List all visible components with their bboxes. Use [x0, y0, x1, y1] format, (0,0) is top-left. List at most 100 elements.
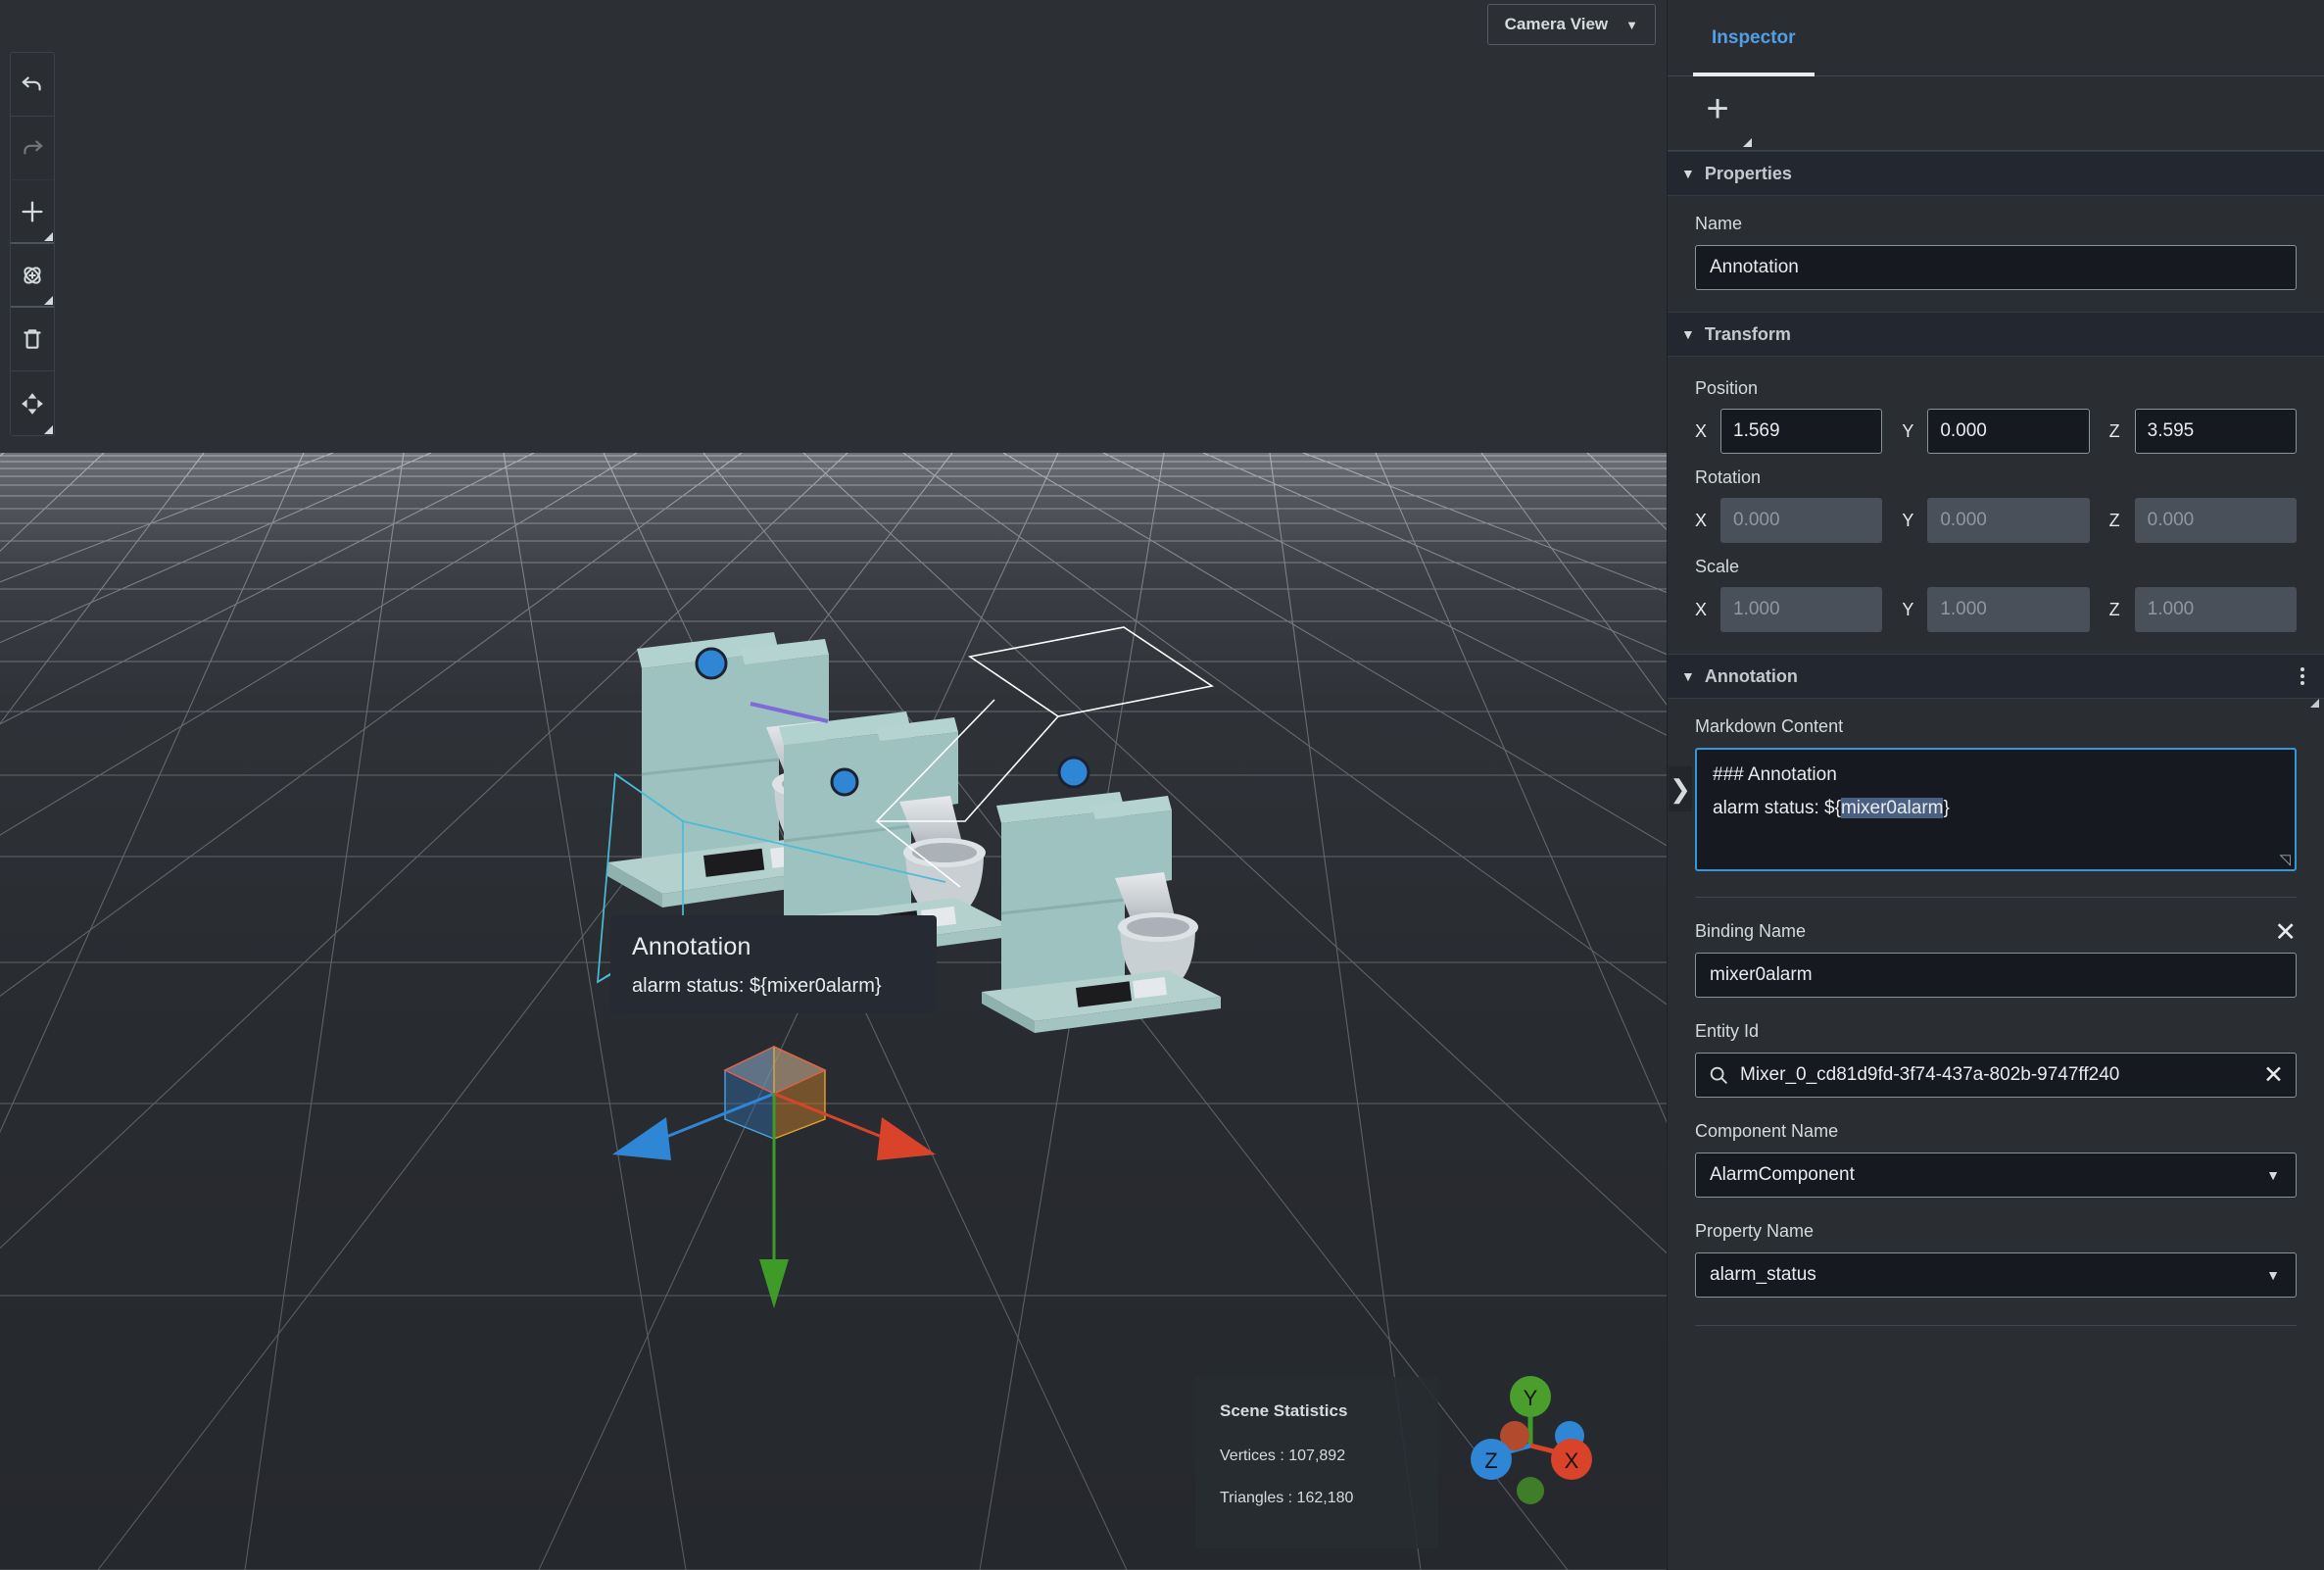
position-group-label: Position [1695, 378, 1759, 398]
markdown-line-2-pre: alarm status: ${ [1713, 797, 1841, 818]
translate-gizmo [612, 1045, 936, 1308]
anchor-marker-3 [1057, 756, 1090, 789]
rotate-tool-button[interactable] [11, 244, 54, 308]
add-object-button[interactable] [11, 180, 54, 244]
tab-inspector[interactable]: Inspector [1693, 0, 1815, 76]
markdown-content-label: Markdown Content [1695, 716, 1844, 736]
binding-name-label: Binding Name [1695, 921, 1807, 941]
entity-id-value: Mixer_0_cd81d9fd-3f74-437a-802b-9747ff24… [1740, 1064, 2120, 1085]
position-y-axis-label: Y [1902, 420, 1914, 441]
scale-group-label: Scale [1695, 557, 1740, 576]
axis-gizmo-icon: Y X Z [1471, 1376, 1592, 1504]
rotation-y-axis-label: Y [1902, 510, 1914, 530]
trash-icon [24, 329, 41, 349]
section-header-annotation[interactable]: ▼ Annotation [1668, 654, 2324, 708]
property-name-value: alarm_status [1710, 1264, 1816, 1285]
undo-button[interactable] [11, 53, 54, 117]
binding-name-label-row: Binding Name ✕ [1695, 919, 2297, 946]
more-vertical-icon[interactable] [2300, 667, 2304, 685]
position-x-input[interactable]: 1.569 [1720, 409, 1883, 454]
entity-id-input[interactable]: Mixer_0_cd81d9fd-3f74-437a-802b-9747ff24… [1695, 1053, 2297, 1098]
name-input[interactable]: Annotation [1695, 245, 2297, 290]
section-header-transform[interactable]: ▼ Transform [1668, 312, 2324, 357]
scale-y-input[interactable]: 1.000 [1927, 587, 2090, 632]
scale-x-axis-label: X [1695, 599, 1708, 619]
app-root: Annotation alarm status: ${mixer0alarm} [0, 0, 2324, 1570]
redo-button[interactable] [11, 117, 54, 180]
scene-annotation-label[interactable]: Annotation alarm status: ${mixer0alarm} [610, 915, 937, 1013]
annotation-section-menu-indicator[interactable] [2310, 699, 2319, 708]
rotation-z-axis-label: Z [2108, 510, 2120, 530]
chevron-down-icon: ▼ [1681, 668, 1695, 684]
rotation-y-input[interactable]: 0.000 [1927, 498, 2090, 543]
markdown-content-textarea[interactable]: ### Annotation alarm status: ${mixer0ala… [1695, 748, 2297, 871]
delete-button[interactable] [11, 308, 54, 371]
entity-id-clear-button[interactable]: ✕ [2263, 1060, 2284, 1090]
textarea-resize-handle[interactable]: ◹ [2279, 853, 2291, 867]
markdown-line-1: ### Annotation [1713, 764, 1837, 785]
position-z-input[interactable]: 3.595 [2134, 409, 2297, 454]
rotation-y-cell: Y 0.000 [1902, 498, 2090, 543]
annotation-divider [1695, 897, 2297, 898]
scale-x-cell: X 1.000 [1695, 587, 1883, 632]
translate-tool-button[interactable] [11, 371, 54, 435]
rotation-x-axis-label: X [1695, 510, 1708, 530]
component-name-value: AlarmComponent [1710, 1164, 1855, 1185]
chevron-down-icon: ▼ [1625, 17, 1638, 32]
undo-icon [22, 76, 41, 91]
property-name-label: Property Name [1695, 1221, 1815, 1241]
scale-x-input[interactable]: 1.000 [1720, 587, 1883, 632]
move-icon [22, 392, 43, 415]
scale-z-cell: Z 1.000 [2109, 587, 2297, 632]
add-component-menu-indicator[interactable] [1743, 138, 1752, 147]
scene-statistics-panel: Scene Statistics Vertices : 107,892 Tria… [1195, 1377, 1438, 1548]
rotation-row: X 0.000 Y 0.000 Z 0.000 [1695, 498, 2297, 543]
name-field-label: Name [1695, 214, 1743, 233]
rotation-z-cell: Z 0.000 [2109, 498, 2297, 543]
section-title-properties: Properties [1704, 163, 1792, 183]
component-name-select[interactable]: AlarmComponent ▼ [1695, 1153, 2297, 1198]
tab-inspector-label: Inspector [1712, 27, 1796, 48]
position-z-axis-label: Z [2108, 420, 2120, 441]
rotation-x-input[interactable]: 0.000 [1720, 498, 1883, 543]
add-component-button[interactable]: + [1689, 80, 1752, 147]
scene-statistics-vertices: Vertices : 107,892 [1220, 1447, 1346, 1464]
property-name-select[interactable]: alarm_status ▼ [1695, 1252, 2297, 1298]
camera-view-dropdown[interactable]: Camera View ▼ [1486, 4, 1656, 45]
scene-viewport[interactable]: Annotation alarm status: ${mixer0alarm} [0, 0, 1667, 1570]
chevron-down-icon: ▼ [1681, 166, 1695, 181]
translate-tool-menu-indicator[interactable] [44, 425, 53, 434]
position-y-input[interactable]: 0.000 [1927, 409, 2090, 454]
chevron-down-icon: ▼ [1681, 326, 1695, 342]
anchor-marker-1 [695, 647, 728, 680]
scale-z-input[interactable]: 1.000 [2134, 587, 2297, 632]
binding-name-input[interactable]: mixer0alarm [1695, 953, 2297, 998]
section-body-annotation: Markdown Content ### Annotation alarm st… [1668, 699, 2324, 1348]
search-icon [1710, 1066, 1727, 1084]
axis-z-label: Z [1484, 1448, 1497, 1473]
viewport-toolbar [10, 52, 55, 436]
plus-icon [22, 201, 43, 221]
section-body-transform: Position X 1.569 Y 0.000 Z 3.595 Rotatio… [1668, 357, 2324, 654]
axis-orientation-gizmo[interactable]: Y X Z [1462, 1367, 1599, 1509]
section-header-properties[interactable]: ▼ Properties [1668, 151, 2324, 196]
chevron-down-icon: ▼ [2266, 1267, 2280, 1283]
position-x-axis-label: X [1695, 420, 1708, 441]
scene-annotation-subtitle: alarm status: ${mixer0alarm} [632, 975, 882, 997]
scene-annotation-title: Annotation [632, 933, 751, 960]
entity-id-label: Entity Id [1695, 1021, 1760, 1041]
rotation-z-input[interactable]: 0.000 [2134, 498, 2297, 543]
chevron-down-icon: ▼ [2266, 1167, 2280, 1183]
orbit-icon [24, 266, 41, 284]
binding-name-remove-button[interactable]: ✕ [2274, 919, 2297, 946]
scene-statistics-triangles: Triangles : 162,180 [1220, 1490, 1354, 1506]
add-object-menu-indicator[interactable] [44, 232, 53, 241]
panel-collapse-button[interactable]: ❯ [1669, 766, 1692, 811]
markdown-line-2-highlight: mixer0alarm [1840, 797, 1944, 818]
anchor-marker-2 [830, 767, 859, 797]
scale-y-cell: Y 1.000 [1902, 587, 2090, 632]
scale-row: X 1.000 Y 1.000 Z 1.000 [1695, 587, 2297, 632]
component-name-label: Component Name [1695, 1121, 1839, 1141]
markdown-line-2: alarm status: ${mixer0alarm} [1713, 796, 2279, 821]
rotate-tool-menu-indicator[interactable] [44, 296, 53, 305]
